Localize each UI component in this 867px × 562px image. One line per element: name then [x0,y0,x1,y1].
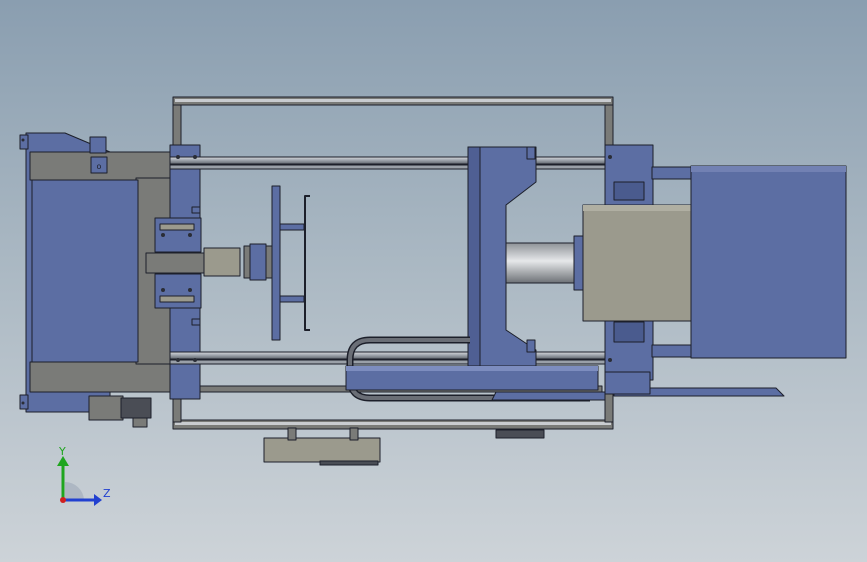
orientation-triad[interactable]: Y Z [57,445,111,506]
control-panel-label: o [97,162,102,171]
triad-z-label: Z [103,487,111,500]
hydraulic-tank [690,165,847,359]
triad-quadrant [65,482,84,500]
left-hopper-assembly: o [19,132,171,428]
cylinder-head [582,204,700,322]
bottom-fixtures [263,427,545,466]
triad-y-label: Y [58,445,66,458]
triad-x-origin [60,497,66,503]
machine-assembly: o Y Z [19,96,847,506]
mold-plates [271,185,310,341]
triad-z-arrow-icon [94,494,102,506]
piston-rod [505,235,587,291]
cad-viewport[interactable]: o Y Z [0,0,867,562]
